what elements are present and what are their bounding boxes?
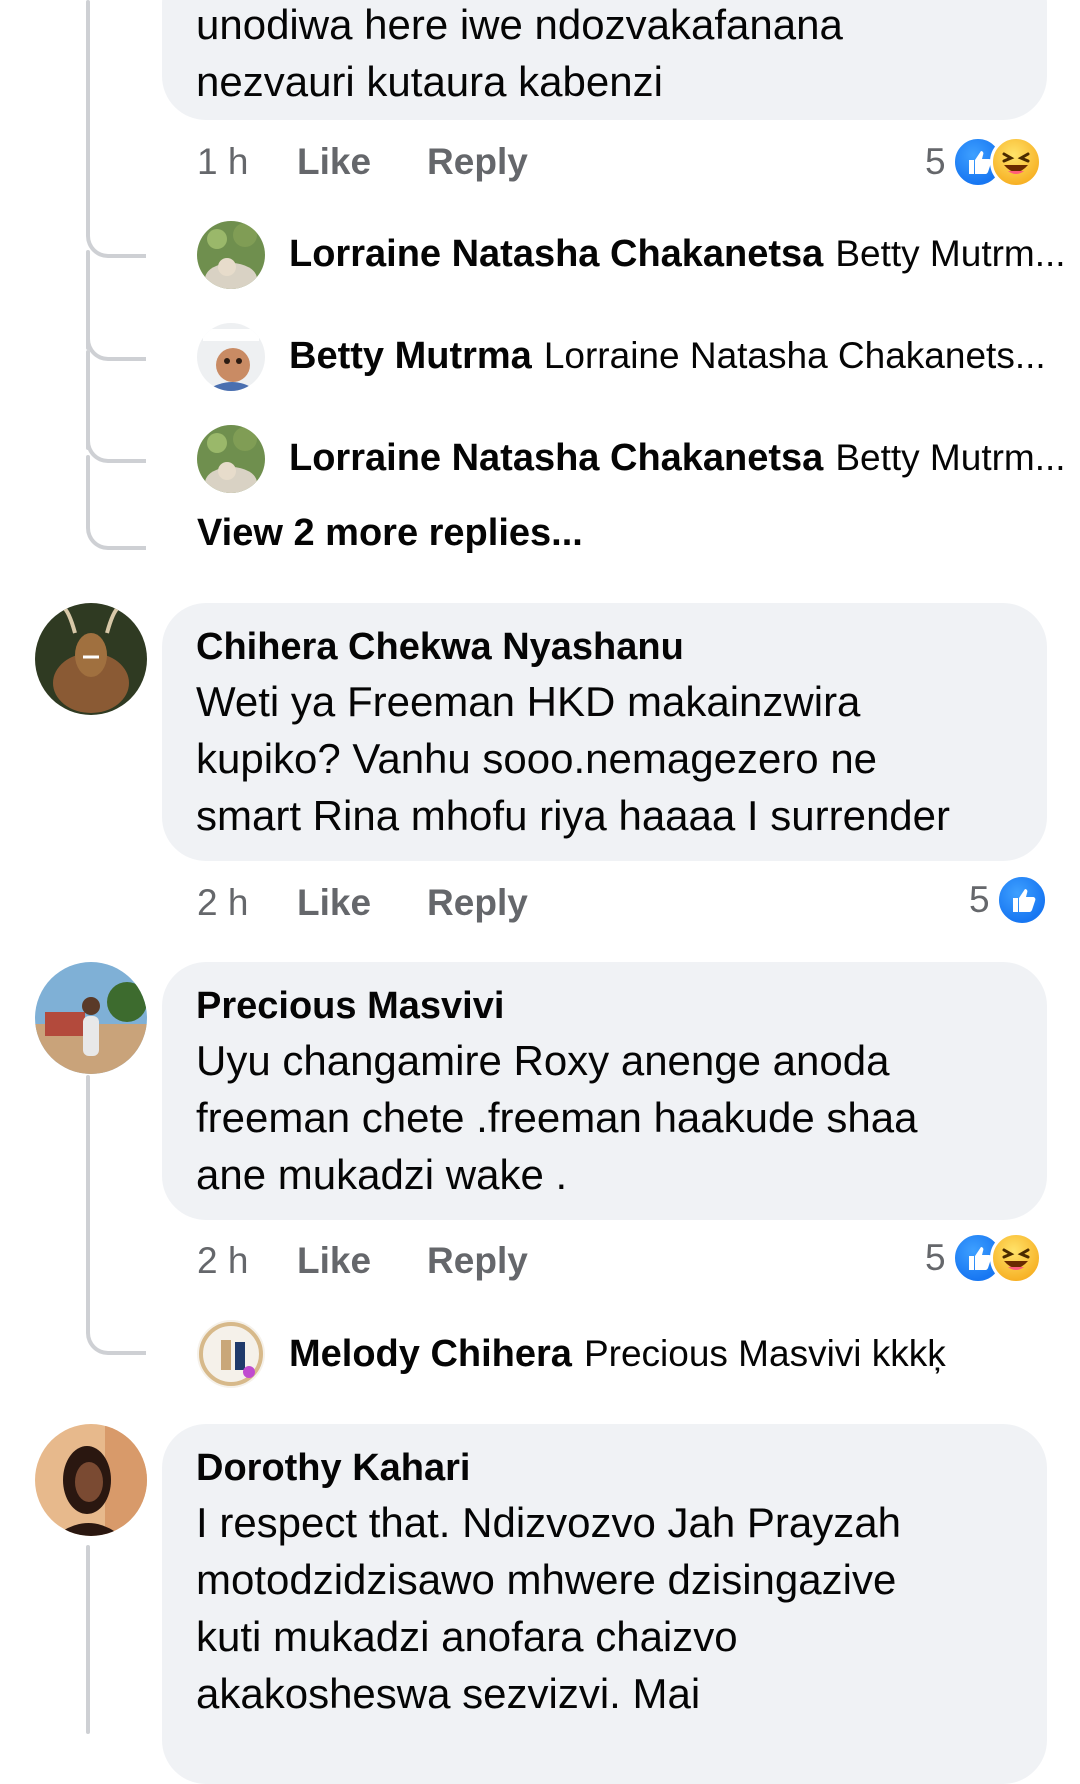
- haha-icon: [989, 1232, 1042, 1284]
- haha-icon: [989, 136, 1042, 188]
- thread-connector: [86, 1275, 146, 1355]
- comment-text-line: nezvauri kutaura kabenzi: [196, 58, 663, 105]
- reply-item[interactable]: Lorraine Natasha Chakanetsa Betty Mutrm.…: [289, 426, 1066, 490]
- thread-connector: [86, 468, 146, 550]
- thread-connector: [86, 385, 146, 463]
- avatar[interactable]: [197, 221, 265, 289]
- reaction-count: 5: [925, 1237, 946, 1278]
- reaction-summary[interactable]: 5: [969, 870, 1048, 930]
- reaction-summary[interactable]: 5: [925, 132, 1042, 192]
- comment-actions: 2 h Like Reply: [197, 873, 584, 933]
- reply-item[interactable]: Lorraine Natasha Chakanetsa Betty Mutrm.…: [289, 222, 1066, 286]
- reply-author[interactable]: Lorraine Natasha Chakanetsa: [289, 437, 823, 480]
- comment-author[interactable]: Precious Masvivi: [196, 980, 1013, 1032]
- comment-author[interactable]: Dorothy Kahari: [196, 1442, 1013, 1494]
- reply-item[interactable]: Melody Chihera Precious Masvivi kkkķ: [289, 1322, 946, 1386]
- avatar[interactable]: [197, 425, 265, 493]
- avatar[interactable]: [35, 1424, 147, 1536]
- thread-line: [86, 1545, 90, 1734]
- comment-text-line: motodzidzisawo mhwere dzisingazive: [196, 1556, 897, 1603]
- reply-button[interactable]: Reply: [427, 882, 528, 924]
- comment-bubble: unodiwa here iwe ndozvakafanana nezvauri…: [162, 0, 1047, 120]
- reply-snippet: Betty Mutrm...: [835, 437, 1066, 478]
- like-button[interactable]: Like: [297, 882, 371, 924]
- comment-author[interactable]: Chihera Chekwa Nyashanu: [196, 621, 1013, 673]
- comment-text-line: ane mukadzi wake .: [196, 1151, 568, 1198]
- comment-text-line: kuti mukadzi anofara chaizvo: [196, 1613, 738, 1660]
- like-button[interactable]: Like: [297, 1240, 371, 1282]
- comment-text-line: akakosheswa sezvizvi. Mai: [196, 1670, 701, 1717]
- comment-text-line: I respect that. Ndizvozvo Jah Prayzah: [196, 1499, 901, 1546]
- reply-button[interactable]: Reply: [427, 141, 528, 183]
- avatar[interactable]: [35, 962, 147, 1074]
- avatar[interactable]: [197, 323, 265, 391]
- thread-connector: [86, 283, 146, 361]
- reply-item[interactable]: Betty Mutrma Lorraine Natasha Chakanets.…: [289, 324, 1046, 388]
- comment-text-line: freeman chete .freeman haakude shaa: [196, 1094, 918, 1141]
- comment-text-line: smart Rina mhofu riya haaaa I surrender: [196, 792, 951, 839]
- comment-actions: 1 h Like Reply: [197, 132, 584, 192]
- comment-bubble: Chihera Chekwa Nyashanu Weti ya Freeman …: [162, 603, 1047, 861]
- thread-line: [86, 1075, 90, 1305]
- thread-connector: [86, 180, 146, 258]
- comment-text-line: unodiwa here iwe ndozvakafanana: [196, 1, 843, 48]
- reply-snippet: Precious Masvivi kkkķ: [583, 1333, 946, 1374]
- reply-author[interactable]: Melody Chihera: [289, 1333, 572, 1376]
- comment-timestamp: 2 h: [197, 882, 249, 923]
- comment-bubble: Precious Masvivi Uyu changamire Roxy ane…: [162, 962, 1047, 1220]
- like-icon: [995, 874, 1048, 926]
- comment-bubble: Dorothy Kahari I respect that. Ndizvozvo…: [162, 1424, 1047, 1784]
- like-button[interactable]: Like: [297, 141, 371, 183]
- reply-snippet: Lorraine Natasha Chakanets...: [543, 335, 1046, 376]
- comment-text-line: Weti ya Freeman HKD makainzwira: [196, 678, 861, 725]
- reply-snippet: Betty Mutrm...: [835, 233, 1066, 274]
- reply-author[interactable]: Betty Mutrma: [289, 335, 532, 378]
- reaction-count: 5: [969, 879, 990, 920]
- comment-text-line: kupiko? Vanhu sooo.nemagezero ne: [196, 735, 878, 782]
- view-more-replies-link[interactable]: View 2 more replies...: [197, 512, 583, 555]
- reply-button[interactable]: Reply: [427, 1240, 528, 1282]
- reaction-summary[interactable]: 5: [925, 1228, 1042, 1288]
- comment-timestamp: 2 h: [197, 1240, 249, 1281]
- reaction-count: 5: [925, 141, 946, 182]
- avatar[interactable]: [197, 1320, 265, 1388]
- comment-text-line: Uyu changamire Roxy anenge anoda: [196, 1037, 890, 1084]
- comment-actions: 2 h Like Reply: [197, 1231, 584, 1291]
- reply-author[interactable]: Lorraine Natasha Chakanetsa: [289, 233, 823, 276]
- avatar[interactable]: [35, 603, 147, 715]
- comment-timestamp: 1 h: [197, 141, 249, 182]
